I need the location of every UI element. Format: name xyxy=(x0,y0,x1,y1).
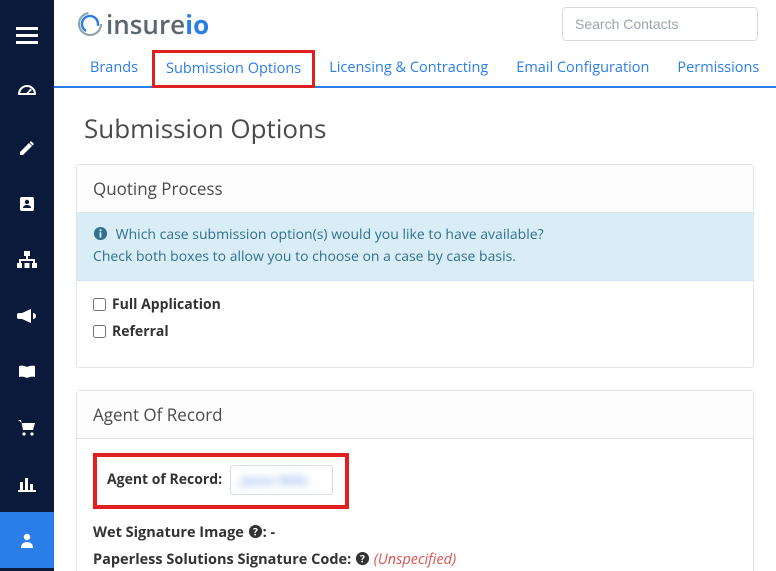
panel-body-aor: Agent of Record: Jason Wills Wet Signatu… xyxy=(77,439,753,571)
sitemap-icon xyxy=(17,251,37,269)
page-title: Submission Options xyxy=(54,88,776,164)
aor-highlight-box: Agent of Record: Jason Wills xyxy=(93,453,349,509)
tab-licensing[interactable]: Licensing & Contracting xyxy=(315,49,502,86)
logo-text-main: insure xyxy=(106,6,185,42)
tab-submission-options[interactable]: Submission Options xyxy=(152,50,315,88)
pencil-icon xyxy=(18,139,36,157)
sidebar-item-cart[interactable] xyxy=(0,400,54,456)
sidebar-item-reports[interactable] xyxy=(0,456,54,512)
sidebar-item-marketing[interactable] xyxy=(0,288,54,344)
panel-header-quoting: Quoting Process xyxy=(77,165,753,213)
panel-quoting-process: Quoting Process Which case submission op… xyxy=(76,164,754,368)
bullhorn-icon xyxy=(17,307,37,325)
main-content: insureio Brands Submission Options Licen… xyxy=(54,0,776,571)
sidebar-item-library[interactable] xyxy=(0,344,54,400)
tab-brands[interactable]: Brands xyxy=(76,49,152,86)
book-icon xyxy=(18,364,36,380)
help-icon[interactable]: ? xyxy=(355,551,370,566)
info-line-2: Check both boxes to allow you to choose … xyxy=(93,247,516,266)
help-icon[interactable]: ? xyxy=(248,524,263,539)
label-full-application: Full Application xyxy=(112,295,221,314)
logo-swirl-icon xyxy=(76,10,104,38)
wet-signature-label: Wet Signature Image xyxy=(93,523,244,542)
sidebar xyxy=(0,0,54,571)
paperless-row: Paperless Solutions Signature Code: ? (U… xyxy=(93,550,737,569)
aor-value-blurred: Jason Wills xyxy=(241,471,308,489)
panel-body-quoting: Full Application Referral xyxy=(77,281,753,367)
cart-icon xyxy=(17,419,37,437)
paperless-value: (Unspecified) xyxy=(374,550,456,569)
bar-chart-icon xyxy=(18,476,36,492)
sidebar-item-profile[interactable] xyxy=(0,512,54,568)
panel-header-aor: Agent Of Record xyxy=(77,391,753,439)
id-card-icon xyxy=(18,195,36,213)
aor-label: Agent of Record: xyxy=(107,470,222,489)
sidebar-item-contacts[interactable] xyxy=(0,176,54,232)
tab-permissions[interactable]: Permissions xyxy=(663,49,773,86)
search-input[interactable] xyxy=(562,7,758,41)
gauge-icon xyxy=(17,82,37,102)
topbar: insureio xyxy=(54,0,776,48)
wet-signature-value: : - xyxy=(263,523,276,542)
paperless-label: Paperless Solutions Signature Code: xyxy=(93,550,351,569)
info-line-1: Which case submission option(s) would yo… xyxy=(116,225,544,244)
search-wrap xyxy=(562,7,758,41)
wet-signature-row: Wet Signature Image ? : - xyxy=(93,523,737,542)
tabs: Brands Submission Options Licensing & Co… xyxy=(54,48,776,88)
sidebar-item-hierarchy[interactable] xyxy=(0,232,54,288)
label-referral: Referral xyxy=(112,322,169,341)
hamburger-icon xyxy=(16,27,38,45)
sidebar-item-edit[interactable] xyxy=(0,120,54,176)
info-icon xyxy=(93,226,108,247)
logo-text-accent: io xyxy=(185,6,209,42)
checkbox-full-application[interactable] xyxy=(93,298,106,311)
svg-text:?: ? xyxy=(253,525,258,539)
logo[interactable]: insureio xyxy=(76,6,209,42)
sidebar-item-dashboard[interactable] xyxy=(0,64,54,120)
aor-field[interactable]: Jason Wills xyxy=(230,465,333,495)
user-icon xyxy=(18,531,36,549)
panel-agent-of-record: Agent Of Record Agent of Record: Jason W… xyxy=(76,390,754,571)
svg-text:?: ? xyxy=(360,552,365,566)
panel-info-quoting: Which case submission option(s) would yo… xyxy=(77,213,753,281)
tab-email-config[interactable]: Email Configuration xyxy=(502,49,663,86)
checkbox-referral[interactable] xyxy=(93,325,106,338)
menu-toggle[interactable] xyxy=(0,8,54,64)
